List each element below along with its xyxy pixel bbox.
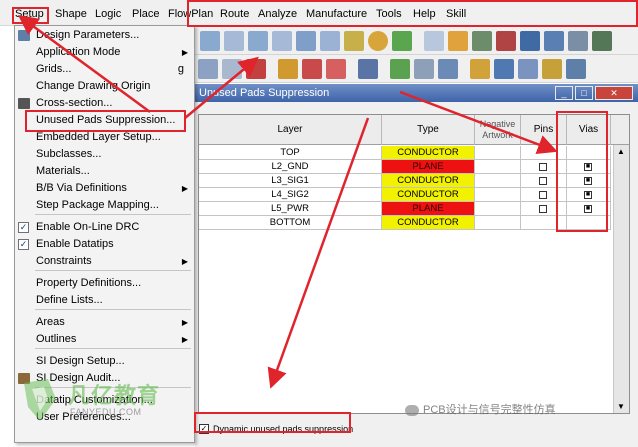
arrow-to-dialog [184,56,259,119]
arrow-to-setup [17,15,151,114]
annotation-arrows [17,15,558,389]
arrow-to-dynamic [267,117,370,389]
arrow-to-vias [399,90,558,155]
